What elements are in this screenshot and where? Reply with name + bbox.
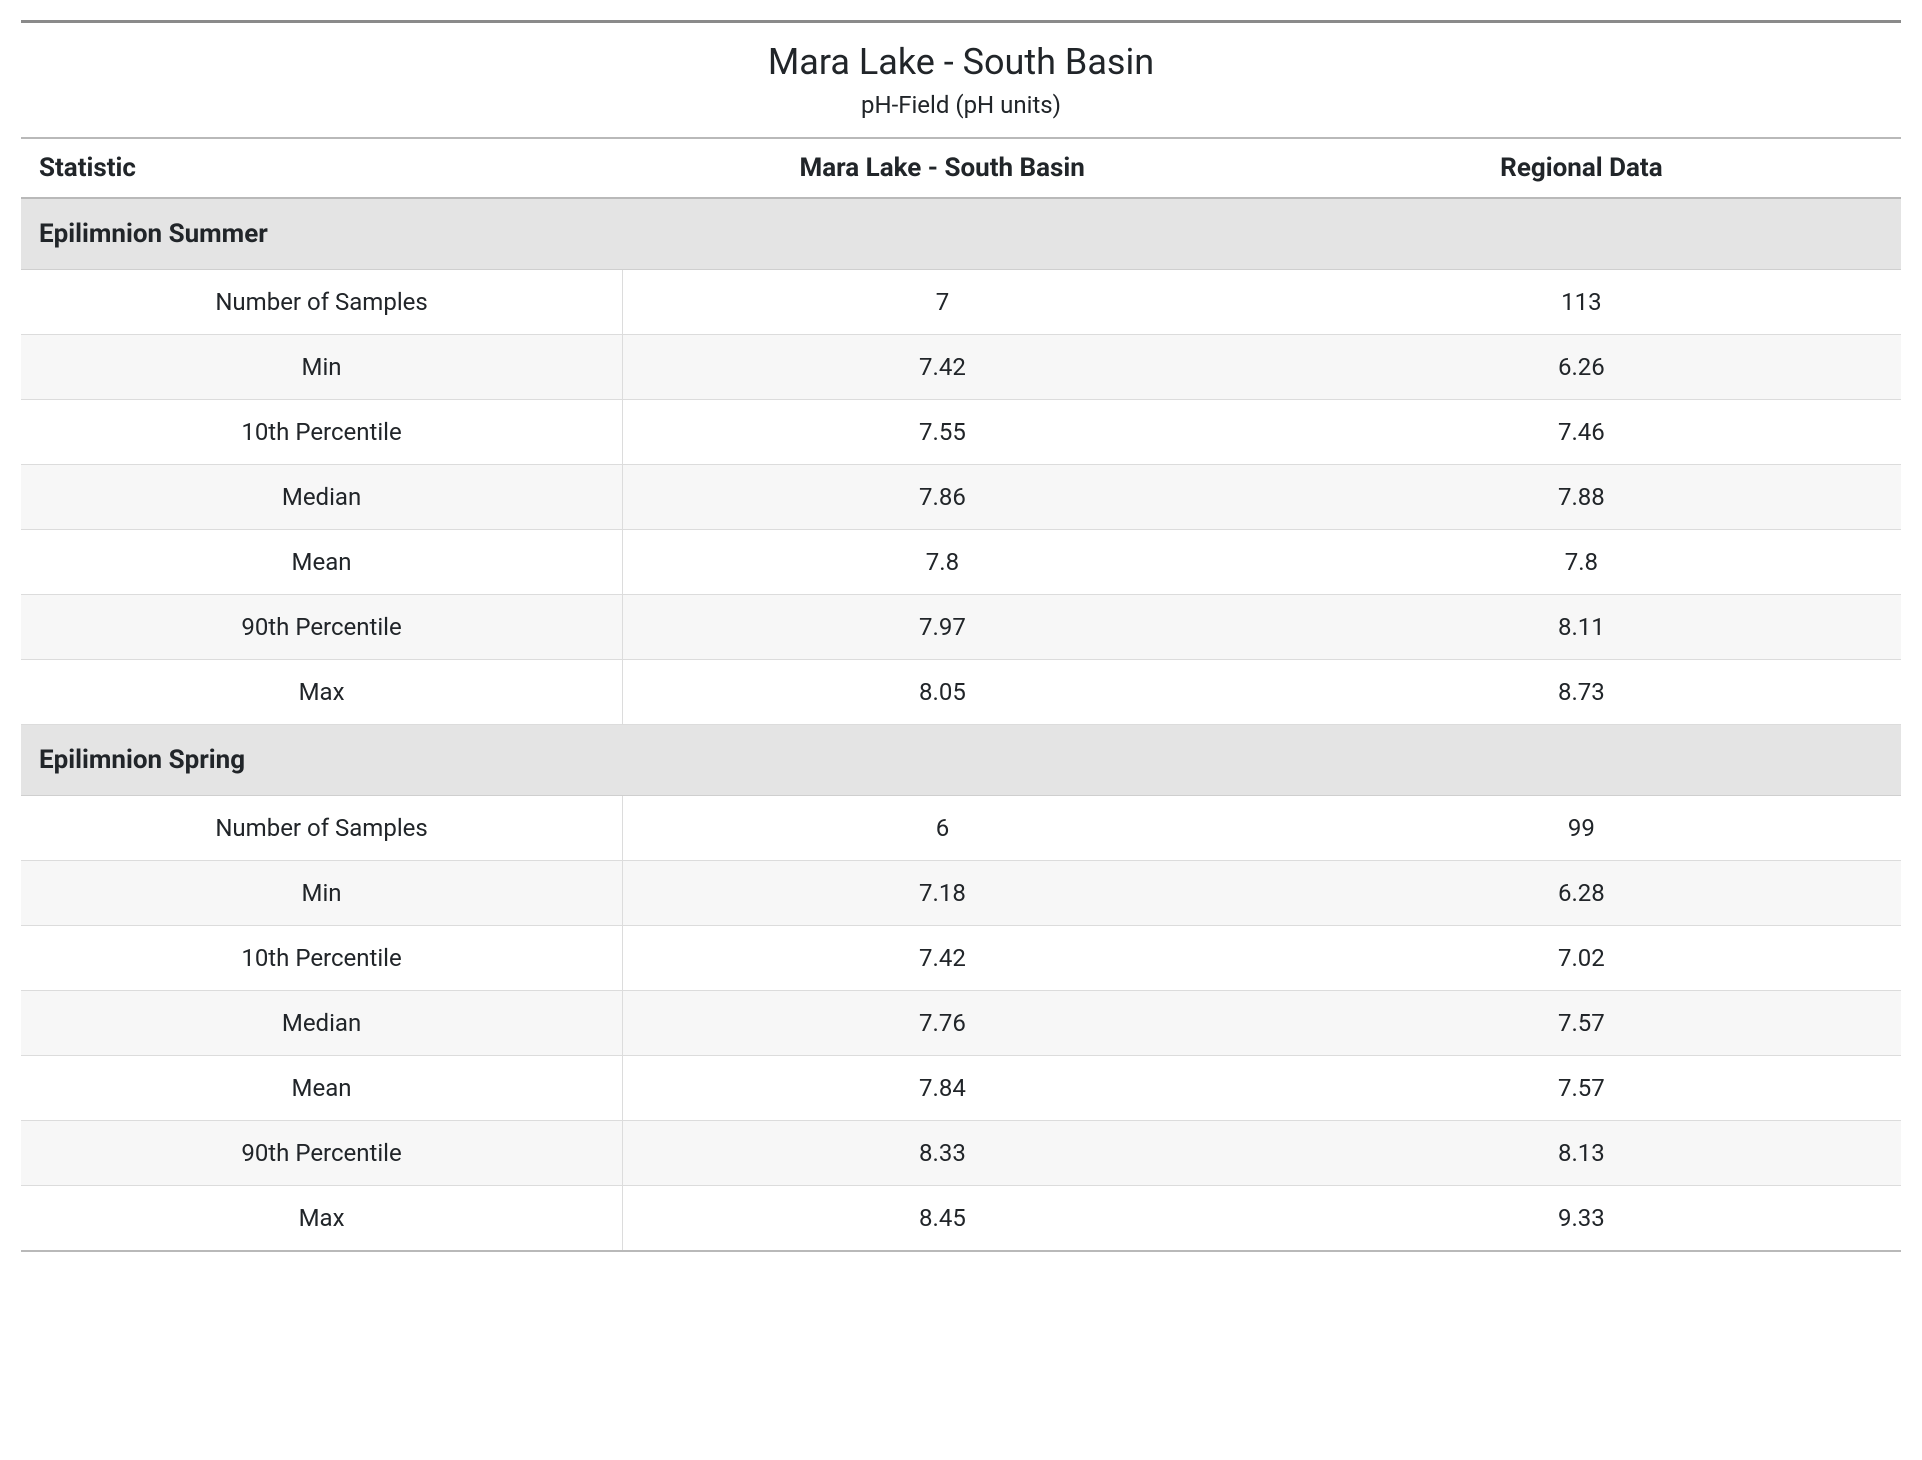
table-row: Min 7.18 6.28 <box>21 861 1901 926</box>
section-header-row: Epilimnion Summer <box>21 198 1901 270</box>
cell-regional: 6.26 <box>1262 335 1901 400</box>
cell-stat: Min <box>21 335 623 400</box>
cell-stat: Median <box>21 991 623 1056</box>
top-rule <box>21 20 1901 23</box>
cell-regional: 8.13 <box>1262 1121 1901 1186</box>
cell-regional: 7.46 <box>1262 400 1901 465</box>
report-title: Mara Lake - South Basin <box>21 41 1901 83</box>
table-row: 90th Percentile 7.97 8.11 <box>21 595 1901 660</box>
cell-stat: Min <box>21 861 623 926</box>
cell-site: 7.8 <box>623 530 1262 595</box>
table-row: Number of Samples 6 99 <box>21 796 1901 861</box>
cell-site: 7.84 <box>623 1056 1262 1121</box>
section-header-row: Epilimnion Spring <box>21 725 1901 796</box>
table-row: Mean 7.8 7.8 <box>21 530 1901 595</box>
cell-site: 7.42 <box>623 335 1262 400</box>
cell-regional: 8.73 <box>1262 660 1901 725</box>
column-header-site: Mara Lake - South Basin <box>623 138 1262 198</box>
cell-site: 6 <box>623 796 1262 861</box>
cell-site: 7.97 <box>623 595 1262 660</box>
cell-regional: 7.57 <box>1262 1056 1901 1121</box>
cell-site: 8.33 <box>623 1121 1262 1186</box>
cell-stat: Median <box>21 465 623 530</box>
cell-regional: 113 <box>1262 270 1901 335</box>
table-row: Median 7.86 7.88 <box>21 465 1901 530</box>
section-header-label: Epilimnion Summer <box>21 198 1901 270</box>
cell-site: 7 <box>623 270 1262 335</box>
cell-site: 7.42 <box>623 926 1262 991</box>
cell-stat: 10th Percentile <box>21 400 623 465</box>
table-header-row: Statistic Mara Lake - South Basin Region… <box>21 138 1901 198</box>
table-row: Median 7.76 7.57 <box>21 991 1901 1056</box>
table-row: Mean 7.84 7.57 <box>21 1056 1901 1121</box>
cell-stat: 90th Percentile <box>21 1121 623 1186</box>
table-row: 90th Percentile 8.33 8.13 <box>21 1121 1901 1186</box>
report-container: Mara Lake - South Basin pH-Field (pH uni… <box>21 20 1901 1252</box>
column-header-regional: Regional Data <box>1262 138 1901 198</box>
table-row: Max 8.05 8.73 <box>21 660 1901 725</box>
cell-site: 8.05 <box>623 660 1262 725</box>
table-row: 10th Percentile 7.42 7.02 <box>21 926 1901 991</box>
section-header-label: Epilimnion Spring <box>21 725 1901 796</box>
cell-site: 7.76 <box>623 991 1262 1056</box>
table-row: Min 7.42 6.26 <box>21 335 1901 400</box>
cell-stat: Number of Samples <box>21 270 623 335</box>
title-block: Mara Lake - South Basin pH-Field (pH uni… <box>21 31 1901 137</box>
cell-stat: Max <box>21 660 623 725</box>
cell-stat: 10th Percentile <box>21 926 623 991</box>
cell-regional: 7.02 <box>1262 926 1901 991</box>
table-row: 10th Percentile 7.55 7.46 <box>21 400 1901 465</box>
statistics-table: Statistic Mara Lake - South Basin Region… <box>21 137 1901 1252</box>
cell-site: 8.45 <box>623 1186 1262 1252</box>
cell-site: 7.55 <box>623 400 1262 465</box>
cell-stat: 90th Percentile <box>21 595 623 660</box>
cell-stat: Max <box>21 1186 623 1252</box>
cell-regional: 9.33 <box>1262 1186 1901 1252</box>
table-row: Max 8.45 9.33 <box>21 1186 1901 1252</box>
column-header-statistic: Statistic <box>21 138 623 198</box>
cell-regional: 8.11 <box>1262 595 1901 660</box>
cell-site: 7.86 <box>623 465 1262 530</box>
cell-stat: Number of Samples <box>21 796 623 861</box>
cell-stat: Mean <box>21 1056 623 1121</box>
table-body: Epilimnion Summer Number of Samples 7 11… <box>21 198 1901 1251</box>
cell-regional: 7.88 <box>1262 465 1901 530</box>
cell-regional: 6.28 <box>1262 861 1901 926</box>
report-subtitle: pH-Field (pH units) <box>21 91 1901 119</box>
table-row: Number of Samples 7 113 <box>21 270 1901 335</box>
cell-regional: 7.57 <box>1262 991 1901 1056</box>
cell-stat: Mean <box>21 530 623 595</box>
cell-regional: 99 <box>1262 796 1901 861</box>
cell-site: 7.18 <box>623 861 1262 926</box>
cell-regional: 7.8 <box>1262 530 1901 595</box>
